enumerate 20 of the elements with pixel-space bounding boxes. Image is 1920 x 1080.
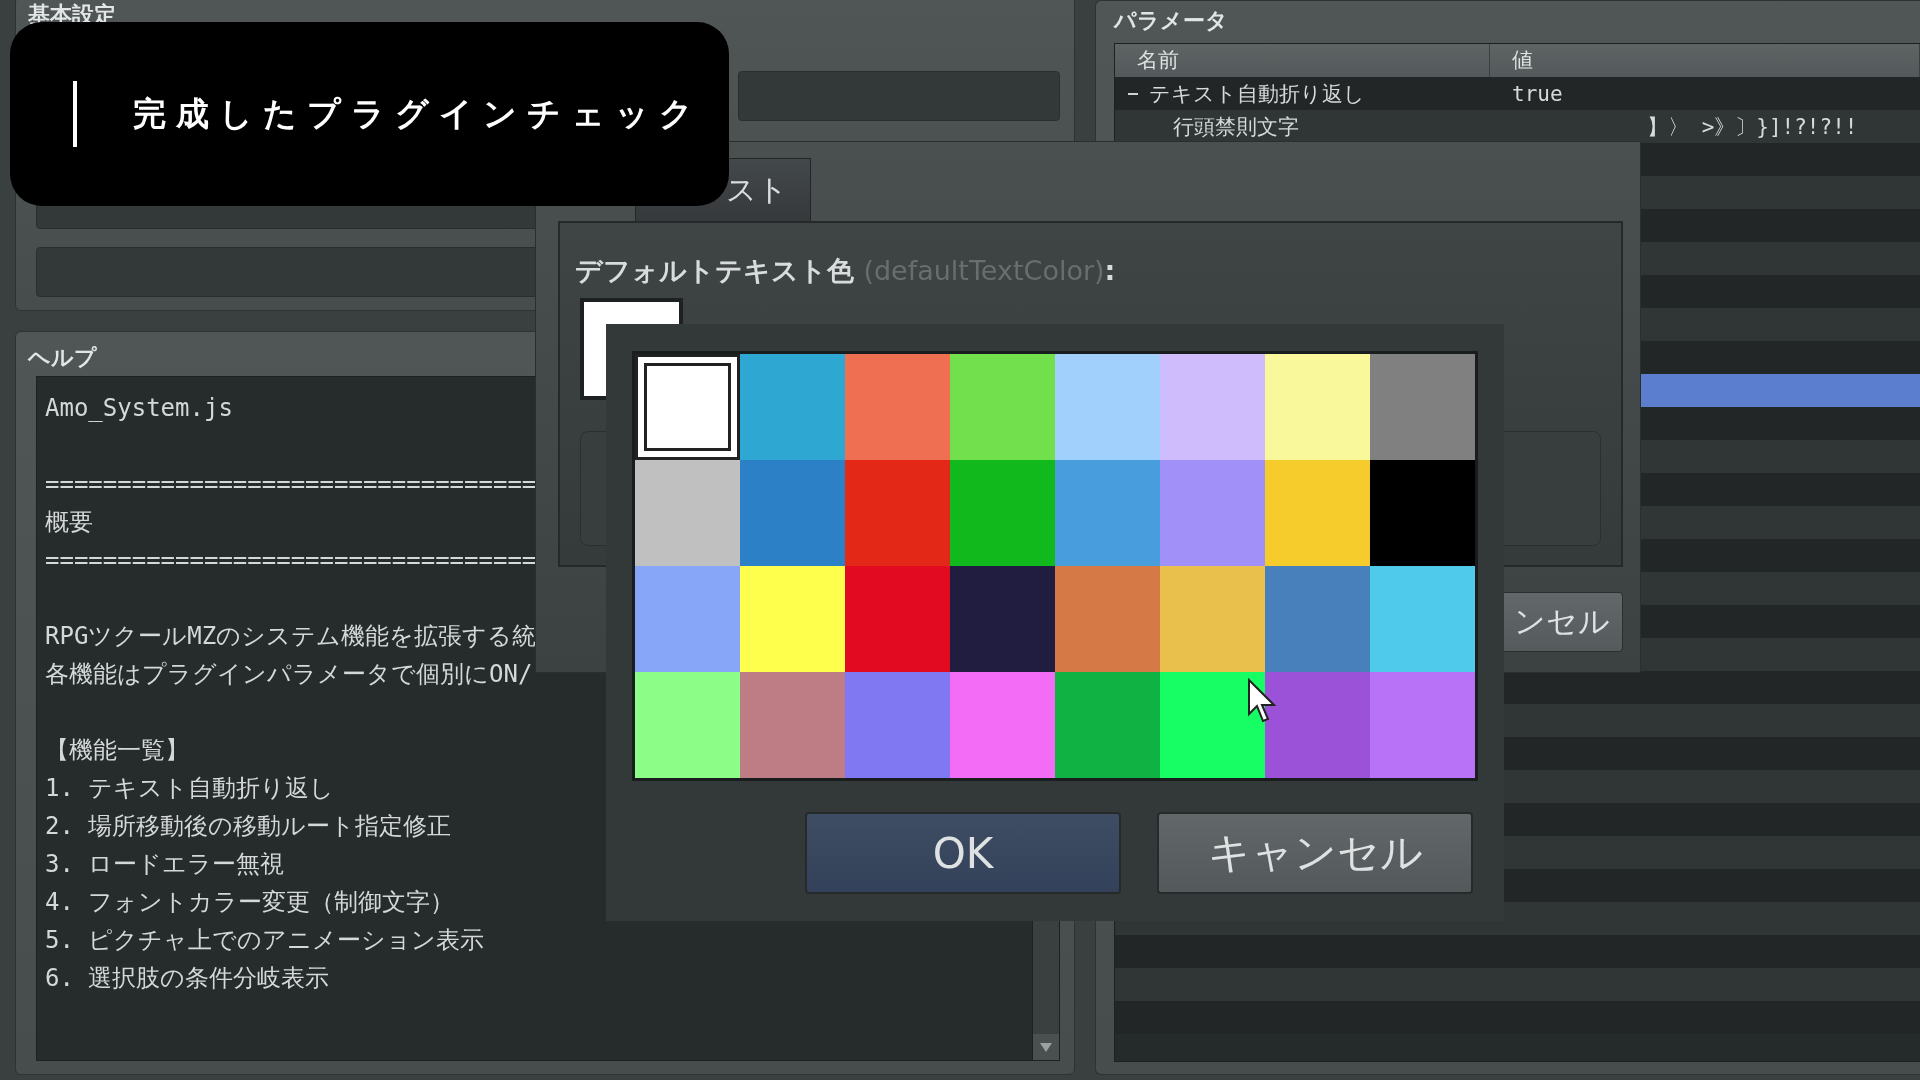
help-text-line: 各機能はプラグインパラメータで個別にON/ — [45, 659, 533, 690]
parameter-value: true — [1511, 81, 1563, 106]
parameter-name: テキスト自動折り返し — [1149, 80, 1365, 108]
help-text-line: 2. 場所移動後の移動ルート指定修正 — [45, 811, 452, 842]
help-text-line: 【機能一覧】 — [45, 735, 189, 766]
help-text-line: ================================== — [45, 545, 537, 576]
help-text-line: RPGツクールMZのシステム機能を拡張する統 — [45, 621, 537, 652]
parameter-name: 行頭禁則文字 — [1173, 113, 1299, 141]
help-text-line: 概要 — [45, 507, 93, 538]
help-text-line: 1. テキスト自動折り返し — [45, 773, 335, 804]
help-text-line: 3. ロードエラー無視 — [45, 849, 285, 880]
panel-title: ヘルプ — [26, 346, 98, 370]
help-text-line: Amo_System.js — [45, 393, 233, 424]
help-text-line: 6. 選択肢の条件分岐表示 — [45, 963, 330, 994]
help-text-line: ================================== — [45, 469, 537, 500]
help-text-line: 4. フォントカラー変更（制御文字） — [45, 887, 455, 918]
parameter-value: 】〉 >》〕}]!?!?!! — [1646, 113, 1858, 141]
help-text-line: 5. ピクチャ上でのアニメーション表示 — [45, 925, 485, 956]
caption-title: 完成したプラグインチェック — [133, 92, 703, 135]
panel-title: パラメータ — [1114, 7, 1229, 35]
